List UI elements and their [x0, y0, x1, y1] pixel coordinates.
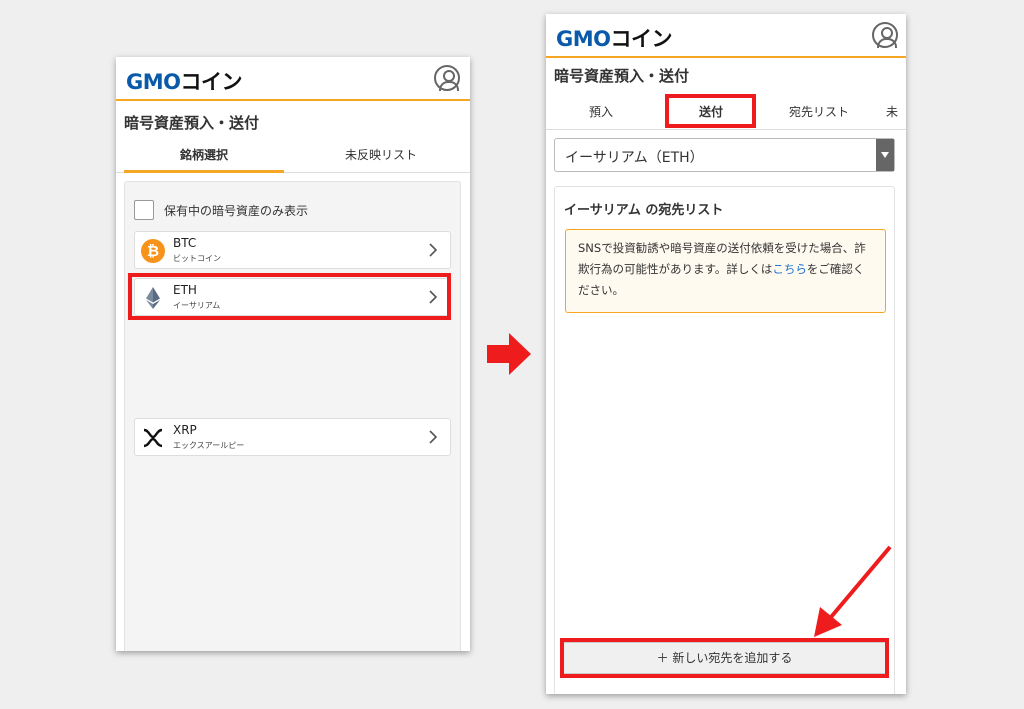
arrow-right-icon	[487, 333, 531, 375]
fraud-warning-box: SNSで投資勧誘や暗号資産の送付依頼を受けた場合、詐欺行為の可能性があります。詳…	[565, 229, 886, 313]
coin-name: ビットコイン	[173, 254, 221, 263]
address-list-title: イーサリアム の宛先リスト	[564, 203, 724, 218]
coin-row-btc[interactable]: ₿ BTC ビットコイン	[134, 231, 451, 269]
coin-list-panel: 保有中の暗号資産のみ表示 ₿ BTC ビットコイン ETH イーサリアム XRP…	[124, 181, 461, 651]
gmo-coin-logo[interactable]: GMOコイン	[126, 66, 242, 96]
chevron-right-icon	[429, 243, 438, 257]
coin-name: エックスアールピー	[173, 441, 245, 450]
app-header: GMOコイン	[116, 57, 470, 101]
chevron-right-icon	[429, 430, 438, 444]
bitcoin-icon: ₿	[141, 239, 165, 263]
arrow-down-left-icon	[814, 545, 892, 637]
coin-symbol: BTC	[173, 236, 197, 250]
logo-brand: GMO	[126, 70, 181, 94]
user-icon[interactable]	[872, 22, 898, 48]
warning-details-link[interactable]: こちら	[772, 262, 807, 276]
coin-select-dropdown[interactable]: イーサリアム（ETH）	[554, 138, 895, 172]
logo-kana: コイン	[180, 70, 243, 94]
holdings-checkbox-label: 保有中の暗号資産のみ表示	[164, 203, 309, 218]
tab-unreflected-list[interactable]: 未反映リスト	[296, 145, 466, 173]
tab-bar: 銘柄選択 未反映リスト	[116, 145, 470, 173]
dropdown-arrow-icon	[876, 139, 894, 171]
user-icon[interactable]	[434, 65, 460, 91]
xrp-icon	[143, 428, 163, 448]
coin-symbol: XRP	[173, 423, 197, 437]
send-tab-highlight-box	[665, 94, 756, 128]
page-title: 暗号資産預入・送付	[124, 114, 260, 132]
tab-deposit[interactable]: 預入	[566, 94, 636, 130]
eth-highlight-box	[128, 273, 451, 320]
coin-row-xrp[interactable]: XRP エックスアールピー	[134, 418, 451, 456]
tab-address-list[interactable]: 宛先リスト	[778, 94, 860, 130]
gmo-coin-logo[interactable]: GMOコイン	[556, 23, 672, 53]
logo-brand: GMO	[556, 27, 611, 51]
holdings-filter[interactable]: 保有中の暗号資産のみ表示	[134, 200, 308, 220]
holdings-checkbox[interactable]	[134, 200, 154, 220]
left-screen: GMOコイン 暗号資産預入・送付 銘柄選択 未反映リスト 保有中の暗号資産のみ表…	[116, 57, 470, 651]
tab-overflow[interactable]: 未	[886, 94, 906, 130]
logo-kana: コイン	[610, 27, 673, 51]
page-title: 暗号資産預入・送付	[554, 67, 690, 85]
app-header: GMOコイン	[546, 14, 906, 58]
tab-coin-select[interactable]: 銘柄選択	[124, 145, 284, 173]
add-button-highlight-box	[560, 638, 889, 678]
coin-select-value: イーサリアム（ETH）	[565, 150, 704, 166]
